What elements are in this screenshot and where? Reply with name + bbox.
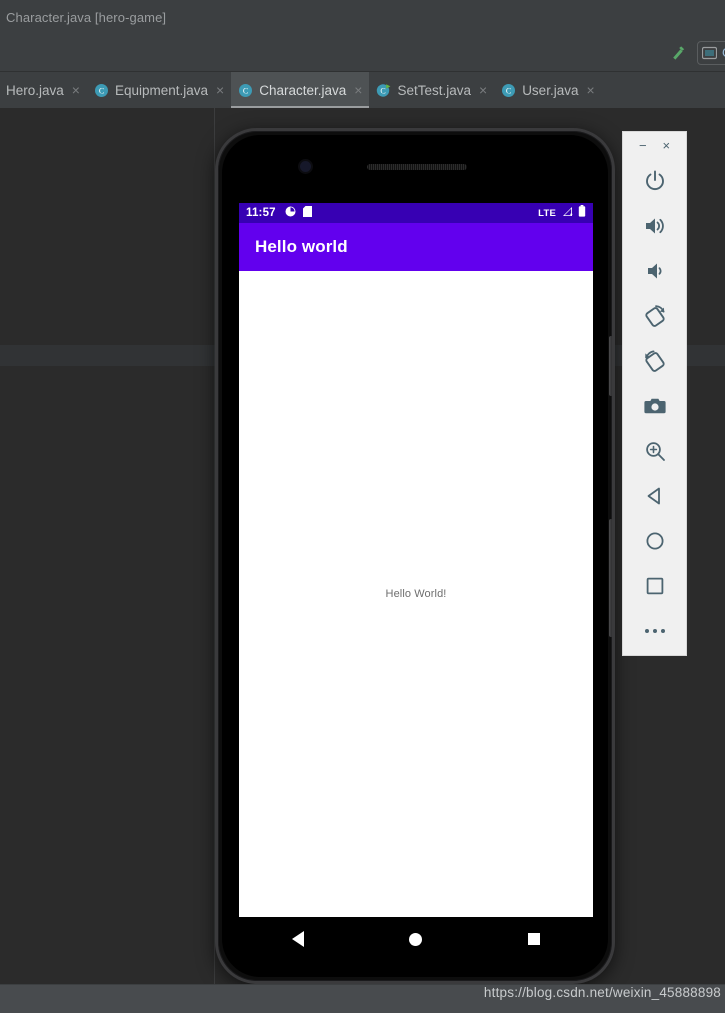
editor-tab-strip[interactable]: C Hero.java × C Equipment.java × C <box>0 72 725 108</box>
editor-tab-equipment[interactable]: C Equipment.java × <box>87 72 231 108</box>
editor-tab-label: User.java <box>522 82 579 98</box>
front-camera-icon <box>300 161 311 172</box>
app-title: Hello world <box>255 237 348 256</box>
watermark-url: https://blog.csdn.net/weixin_45888898 <box>483 985 721 1000</box>
emulator-device-frame: 11:57 LTE Hello world Hello World! <box>215 128 615 984</box>
emulator-toolbar: − × <box>622 131 687 656</box>
status-bar-right-icons: LTE <box>538 204 586 222</box>
recents-square-icon[interactable] <box>528 933 541 945</box>
status-bar-left-icons <box>285 204 312 222</box>
circle-home-icon <box>643 529 667 553</box>
battery-icon <box>578 204 586 222</box>
close-icon[interactable]: × <box>72 83 80 97</box>
device-volume-rocker[interactable] <box>609 519 612 637</box>
editor-tab-settest[interactable]: C SetTest.java × <box>369 72 494 108</box>
rotate-right-button[interactable] <box>622 338 687 383</box>
alarm-icon <box>285 204 296 222</box>
ide-toolbar: Ga <box>0 34 725 72</box>
power-icon <box>643 169 667 193</box>
app-toolbar: Hello world <box>239 223 593 271</box>
device-screen[interactable]: 11:57 LTE Hello world Hello World! <box>239 203 593 917</box>
device-power-button[interactable] <box>609 336 612 396</box>
rotate-left-icon <box>642 303 668 329</box>
java-class-icon: C <box>94 83 109 98</box>
magnifier-plus-icon <box>643 439 667 463</box>
power-button[interactable] <box>622 158 687 203</box>
overview-button[interactable] <box>622 563 687 608</box>
android-navigation-bar[interactable] <box>239 917 593 961</box>
svg-text:C: C <box>243 86 248 95</box>
emulator-window-buttons: − × <box>623 132 686 158</box>
app-window: Character.java [hero-game] Ga <box>0 0 725 1013</box>
app-content-area: Hello World! <box>239 271 593 917</box>
svg-text:C: C <box>506 86 511 95</box>
back-triangle-icon[interactable] <box>291 931 304 947</box>
window-title-bar: Character.java [hero-game] <box>0 0 725 34</box>
volume-down-icon <box>643 259 667 283</box>
rotate-left-button[interactable] <box>622 293 687 338</box>
triangle-back-icon <box>643 484 667 508</box>
ellipsis-icon <box>660 628 665 633</box>
run-configuration-selector[interactable]: Ga <box>697 40 725 65</box>
editor-tab-label: Equipment.java <box>114 82 209 98</box>
editor-tab-character[interactable]: C Character.java × <box>231 72 370 108</box>
ellipsis-icon <box>652 628 657 633</box>
editor-tab-user[interactable]: C User.java × <box>494 72 601 108</box>
editor-tab-label: SetTest.java <box>397 82 471 98</box>
ellipsis-icon <box>644 628 649 633</box>
square-overview-icon <box>643 574 667 598</box>
home-button[interactable] <box>622 518 687 563</box>
volume-up-button[interactable] <box>622 203 687 248</box>
volume-up-icon <box>643 214 667 238</box>
svg-text:C: C <box>381 86 386 95</box>
zoom-button[interactable] <box>622 428 687 473</box>
close-icon[interactable]: × <box>662 139 670 152</box>
rotate-right-icon <box>642 348 668 374</box>
volume-down-button[interactable] <box>622 248 687 293</box>
signal-bars-icon <box>561 204 573 222</box>
hammer-icon[interactable] <box>665 40 691 66</box>
android-status-bar: 11:57 LTE <box>239 203 593 223</box>
hello-world-text: Hello World! <box>385 588 447 600</box>
editor-tab-label: Character.java <box>259 82 347 98</box>
close-icon[interactable]: × <box>354 83 362 97</box>
home-circle-icon[interactable] <box>409 932 423 946</box>
java-class-icon: C <box>238 83 253 98</box>
close-icon[interactable]: × <box>586 83 594 97</box>
close-icon[interactable]: × <box>479 83 487 97</box>
minimize-icon[interactable]: − <box>639 139 647 152</box>
back-button[interactable] <box>622 473 687 518</box>
status-bar-clock: 11:57 <box>246 207 276 219</box>
close-icon[interactable]: × <box>216 83 224 97</box>
java-class-icon: C <box>501 83 516 98</box>
camera-icon <box>643 394 667 418</box>
editor-tab-hero[interactable]: C Hero.java × <box>0 72 87 108</box>
screenshot-button[interactable] <box>622 383 687 428</box>
svg-text:C: C <box>99 86 104 95</box>
android-device-icon <box>702 46 717 60</box>
editor-tab-label: Hero.java <box>6 82 64 98</box>
earpiece-speaker <box>367 164 467 170</box>
page-title: Character.java [hero-game] <box>6 9 167 25</box>
network-type-label: LTE <box>538 207 556 219</box>
more-button[interactable] <box>622 608 687 653</box>
sd-card-icon <box>302 204 312 222</box>
java-test-class-icon: C <box>376 83 391 98</box>
